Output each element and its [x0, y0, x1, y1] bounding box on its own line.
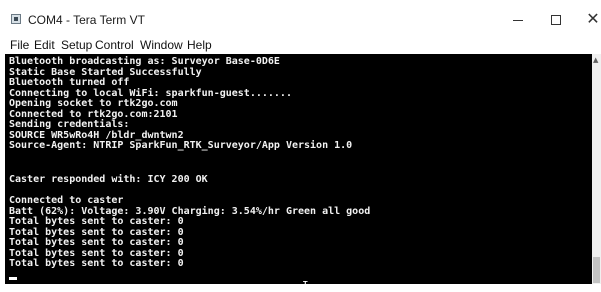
maximize-icon [551, 15, 561, 25]
terminal-line: Sending credentials: [9, 119, 130, 130]
terminal-line: Total bytes sent to caster: 0 [9, 258, 184, 269]
minimize-icon [513, 19, 523, 21]
menu-bar: File Edit Setup Control Window Help [0, 36, 601, 54]
vertical-scrollbar[interactable]: ▲ [592, 54, 601, 284]
menu-control[interactable]: Control [95, 38, 134, 52]
terminal-line: Total bytes sent to caster: 0 [9, 237, 184, 248]
terminal-line: Source-Agent: NTRIP SparkFun_RTK_Surveyo… [9, 140, 353, 151]
window-title: COM4 - Tera Term VT [28, 13, 145, 27]
menu-window[interactable]: Window [140, 38, 183, 52]
teraterm-app-icon[interactable] [11, 14, 21, 24]
tera-term-window: COM4 - Tera Term VT ✕ File Edit Setup Co… [0, 0, 601, 292]
terminal-line: Caster responded with: ICY 200 OK [9, 174, 208, 185]
text-cursor [9, 277, 17, 280]
close-icon: ✕ [586, 11, 600, 28]
title-bar[interactable]: COM4 - Tera Term VT ✕ [0, 0, 601, 36]
terminal-line: Bluetooth broadcasting as: Surveyor Base… [9, 56, 280, 67]
scroll-thumb[interactable] [593, 257, 600, 283]
terminal-line: Total bytes sent to caster: 0 [9, 216, 184, 227]
minimize-button[interactable] [503, 10, 533, 30]
terminal-line: Opening socket to rtk2go.com [9, 98, 178, 109]
terminal-line: Bluetooth turned off [9, 77, 130, 88]
mouse-ibeam-cursor-icon: I [302, 279, 309, 292]
menu-edit[interactable]: Edit [34, 38, 55, 52]
menu-file[interactable]: File [10, 38, 29, 52]
menu-help[interactable]: Help [187, 38, 212, 52]
menu-setup[interactable]: Setup [61, 38, 92, 52]
scroll-up-arrow-icon[interactable]: ▲ [593, 56, 598, 64]
close-button[interactable]: ✕ [578, 10, 601, 30]
maximize-button[interactable] [541, 10, 571, 30]
terminal-output[interactable]: Bluetooth broadcasting as: Surveyor Base… [5, 54, 592, 284]
terminal-line: Connected to caster [9, 195, 124, 206]
